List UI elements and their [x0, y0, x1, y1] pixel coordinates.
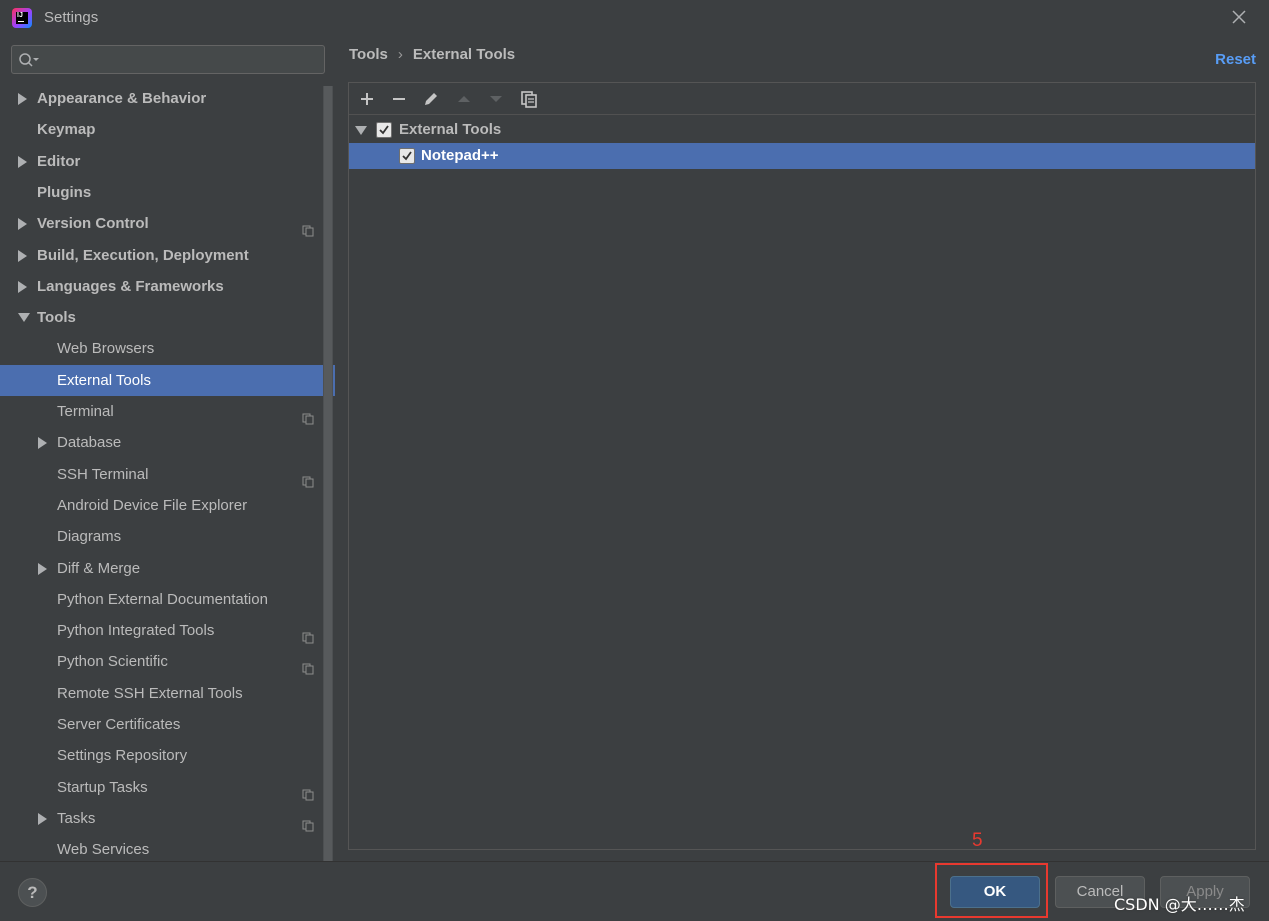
sidebar-item-external-tools[interactable]: External Tools — [0, 365, 335, 396]
sidebar-item-label: Diagrams — [57, 528, 122, 545]
sidebar-item-label: Python Integrated Tools — [57, 622, 215, 639]
settings-sidebar: Appearance & Behavior Keymap Editor Plugins… — [0, 36, 335, 861]
sidebar-item-python-scientific[interactable]: Python Scientific — [0, 646, 322, 677]
sidebar-item-diagrams[interactable]: Diagrams — [0, 521, 322, 552]
sidebar-item-label: Version Control — [37, 215, 149, 232]
chevron-right-icon[interactable] — [18, 218, 27, 230]
sidebar-item-label: Diff & Merge — [57, 560, 141, 577]
sidebar-item-label: Tools — [37, 309, 76, 326]
sidebar-item-label: Plugins — [37, 184, 92, 201]
sidebar-item-label: Appearance & Behavior — [37, 90, 207, 107]
app-icon-letters: IJ — [16, 12, 28, 24]
sidebar-item-remote-ssh-external-tools[interactable]: Remote SSH External Tools — [0, 678, 322, 709]
breadcrumb: Tools › External Tools — [349, 46, 515, 63]
sidebar-item-database[interactable]: Database — [0, 427, 322, 458]
chevron-right-icon[interactable] — [18, 281, 27, 293]
move-down-icon[interactable] — [487, 90, 505, 108]
window-title: Settings — [44, 9, 99, 26]
help-button[interactable]: ? — [18, 878, 47, 907]
step-annotation-number: 5 — [972, 830, 983, 851]
chevron-right-icon[interactable] — [38, 437, 47, 449]
dialog-footer: ? OK Cancel Apply — [0, 861, 1269, 921]
tools-toolbar — [349, 83, 1255, 115]
sidebar-item-label: Editor — [37, 153, 81, 170]
copy-icon[interactable] — [520, 90, 538, 108]
sidebar-item-terminal[interactable]: Terminal — [0, 396, 322, 427]
tool-group-row[interactable]: External Tools — [349, 117, 1255, 143]
title-bar: IJ Settings — [0, 0, 1269, 36]
edit-icon[interactable] — [422, 90, 440, 108]
sidebar-item-label: Server Certificates — [57, 716, 181, 733]
group-checkbox[interactable] — [376, 122, 392, 138]
chevron-down-icon[interactable] — [355, 126, 367, 135]
move-up-icon[interactable] — [455, 90, 473, 108]
remove-icon[interactable] — [390, 90, 408, 108]
sidebar-item-label: Build, Execution, Deployment — [37, 247, 249, 264]
sidebar-item-tools[interactable]: Tools — [0, 302, 322, 333]
sidebar-item-label: Web Browsers — [57, 340, 155, 357]
sidebar-item-startup-tasks[interactable]: Startup Tasks — [0, 772, 322, 803]
sidebar-item-build-execution-deployment[interactable]: Build, Execution, Deployment — [0, 240, 322, 271]
sidebar-item-android-device-file-explorer[interactable]: Android Device File Explorer — [0, 490, 322, 521]
sidebar-item-label: SSH Terminal — [57, 466, 149, 483]
chevron-down-icon[interactable] — [18, 313, 30, 322]
tool-checkbox[interactable] — [399, 148, 415, 164]
sidebar-item-label: Android Device File Explorer — [57, 497, 248, 514]
search-input[interactable] — [11, 45, 325, 74]
breadcrumb-tools: Tools — [349, 46, 388, 63]
sidebar-item-appearance-behavior[interactable]: Appearance & Behavior — [0, 83, 322, 114]
sidebar-item-python-external-documentation[interactable]: Python External Documentation — [0, 584, 322, 615]
chevron-right-icon[interactable] — [38, 563, 47, 575]
sidebar-item-settings-repository[interactable]: Settings Repository — [0, 740, 322, 771]
sidebar-scrollbar[interactable] — [323, 86, 333, 861]
chevron-right-icon[interactable] — [38, 813, 47, 825]
watermark-text: CSDN @大……杰 — [1114, 895, 1245, 914]
sidebar-item-version-control[interactable]: Version Control — [0, 208, 322, 239]
sidebar-item-label: Python External Documentation — [57, 591, 268, 608]
sidebar-item-server-certificates[interactable]: Server Certificates — [0, 709, 322, 740]
breadcrumb-separator: › — [397, 46, 403, 63]
sidebar-item-label: Remote SSH External Tools — [57, 685, 243, 702]
chevron-right-icon[interactable] — [18, 250, 27, 262]
sidebar-item-label: External Tools — [57, 372, 151, 389]
reset-link[interactable]: Reset — [1215, 51, 1256, 68]
close-icon[interactable] — [1231, 9, 1247, 25]
intellij-app-icon: IJ — [12, 8, 32, 28]
sidebar-item-label: Tasks — [57, 810, 96, 827]
sidebar-item-label: Keymap — [37, 121, 96, 138]
sidebar-item-label: Terminal — [57, 403, 114, 420]
sidebar-item-web-browsers[interactable]: Web Browsers — [0, 333, 322, 364]
external-tools-panel: External Tools Notepad++ — [348, 82, 1256, 850]
add-icon[interactable] — [358, 90, 376, 108]
sidebar-item-label: Settings Repository — [57, 747, 188, 764]
sidebar-item-diff-merge[interactable]: Diff & Merge — [0, 553, 322, 584]
sidebar-item-keymap[interactable]: Keymap — [0, 114, 322, 145]
sidebar-item-languages-frameworks[interactable]: Languages & Frameworks — [0, 271, 322, 302]
sidebar-item-label: Database — [57, 434, 122, 451]
step-annotation-box — [935, 863, 1048, 918]
sidebar-item-plugins[interactable]: Plugins — [0, 177, 322, 208]
search-icon — [19, 53, 39, 67]
tool-row-notepad[interactable]: Notepad++ — [349, 143, 1255, 169]
chevron-right-icon[interactable] — [18, 156, 27, 168]
sidebar-item-label: Startup Tasks — [57, 779, 148, 796]
sidebar-item-python-integrated-tools[interactable]: Python Integrated Tools — [0, 615, 322, 646]
scrollbar-thumb[interactable] — [324, 86, 332, 861]
sidebar-item-ssh-terminal[interactable]: SSH Terminal — [0, 459, 322, 490]
tool-group-label: External Tools — [399, 121, 502, 138]
sidebar-item-editor[interactable]: Editor — [0, 146, 322, 177]
chevron-right-icon[interactable] — [18, 93, 27, 105]
tool-label: Notepad++ — [421, 147, 499, 164]
breadcrumb-external-tools: External Tools — [412, 46, 516, 63]
sidebar-item-tasks[interactable]: Tasks — [0, 803, 322, 834]
sidebar-item-label: Languages & Frameworks — [37, 278, 224, 295]
sidebar-item-label: Python Scientific — [57, 653, 168, 670]
